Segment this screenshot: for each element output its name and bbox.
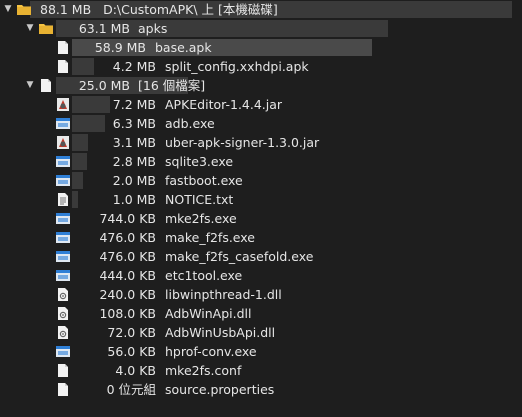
tree-row-split-config[interactable]: 4.2 MB split_config.xxhdpi.apk — [0, 57, 522, 76]
row-size: 444.0 KB — [99, 268, 156, 283]
tree-row-file[interactable]: 4.0 KB mke2fs.conf — [0, 361, 522, 380]
row-name: hprof-conv.exe — [165, 344, 257, 359]
chevron-down-icon[interactable]: ▼ — [24, 76, 36, 95]
row-name: base.apk — [155, 40, 212, 55]
row-name: source.properties — [165, 382, 275, 397]
row-size: 7.2 MB — [112, 97, 156, 112]
row-name: split_config.xxhdpi.apk — [165, 59, 309, 74]
row-name: D:\CustomAPK\ 上 [本機磁碟] — [103, 2, 278, 17]
tree-row-file[interactable]: 744.0 KB mke2fs.exe — [0, 209, 522, 228]
row-size: 240.0 KB — [99, 287, 156, 302]
row-size: 0 位元組 — [106, 382, 156, 397]
chevron-down-icon[interactable]: ▼ — [24, 19, 36, 38]
row-size: 2.0 MB — [112, 173, 156, 188]
row-size: 476.0 KB — [99, 230, 156, 245]
row-name: NOTICE.txt — [165, 192, 234, 207]
folder-icon — [16, 2, 32, 17]
dll-icon — [55, 325, 71, 340]
row-size: 63.1 MB — [78, 21, 130, 36]
tree-row-file-group[interactable]: ▼ 25.0 MB [16 個檔案] — [0, 76, 522, 95]
row-size: 58.9 MB — [94, 40, 146, 55]
row-size: 72.0 KB — [107, 325, 156, 340]
tree-row-file[interactable]: 3.1 MB uber-apk-signer-1.3.0.jar — [0, 133, 522, 152]
row-size: 4.0 KB — [115, 363, 156, 378]
row-name: AdbWinApi.dll — [165, 306, 252, 321]
tree-row-file[interactable]: 72.0 KB AdbWinUsbApi.dll — [0, 323, 522, 342]
exe-icon — [55, 173, 71, 188]
row-size: 476.0 KB — [99, 249, 156, 264]
row-size: 108.0 KB — [99, 306, 156, 321]
row-name: mke2fs.exe — [165, 211, 237, 226]
tree-row-file[interactable]: 56.0 KB hprof-conv.exe — [0, 342, 522, 361]
tree-row-file[interactable]: 1.0 MB NOTICE.txt — [0, 190, 522, 209]
row-size: 3.1 MB — [112, 135, 156, 150]
tree-row-file[interactable]: 476.0 KB make_f2fs_casefold.exe — [0, 247, 522, 266]
exe-icon — [55, 230, 71, 245]
row-name: fastboot.exe — [165, 173, 243, 188]
exe-icon — [55, 249, 71, 264]
file-icon — [55, 59, 71, 74]
row-name: [16 個檔案] — [138, 78, 206, 93]
exe-icon — [55, 211, 71, 226]
tree-row-file[interactable]: 444.0 KB etc1tool.exe — [0, 266, 522, 285]
row-size: 88.1 MB — [40, 2, 92, 17]
tree-row-file[interactable]: 7.2 MB APKEditor-1.4.4.jar — [0, 95, 522, 114]
exe-icon — [55, 154, 71, 169]
row-name: make_f2fs.exe — [165, 230, 255, 245]
chevron-down-icon[interactable]: ▼ — [2, 0, 14, 19]
row-name: sqlite3.exe — [165, 154, 234, 169]
row-size: 4.2 MB — [112, 59, 156, 74]
dll-icon — [55, 306, 71, 321]
row-size: 56.0 KB — [107, 344, 156, 359]
text-file-icon — [55, 192, 71, 207]
row-name: uber-apk-signer-1.3.0.jar — [165, 135, 320, 150]
row-name: adb.exe — [165, 116, 215, 131]
tree-row-file[interactable]: 2.8 MB sqlite3.exe — [0, 152, 522, 171]
row-name: libwinpthread-1.dll — [165, 287, 282, 302]
tree-row-apks[interactable]: ▼ 63.1 MB apks — [0, 19, 522, 38]
row-name: APKEditor-1.4.4.jar — [165, 97, 283, 112]
tree-row-file[interactable]: 0 位元組 source.properties — [0, 380, 522, 399]
tree-row-file[interactable]: 108.0 KB AdbWinApi.dll — [0, 304, 522, 323]
jar-icon — [55, 97, 71, 112]
exe-icon — [55, 344, 71, 359]
row-name: etc1tool.exe — [165, 268, 243, 283]
row-size: 1.0 MB — [112, 192, 156, 207]
file-icon — [55, 382, 71, 397]
row-name: mke2fs.conf — [165, 363, 242, 378]
jar-icon — [55, 135, 71, 150]
tree-row-file[interactable]: 240.0 KB libwinpthread-1.dll — [0, 285, 522, 304]
row-size: 744.0 KB — [99, 211, 156, 226]
exe-icon — [55, 116, 71, 131]
tree-row-file[interactable]: 476.0 KB make_f2fs.exe — [0, 228, 522, 247]
row-size: 6.3 MB — [112, 116, 156, 131]
row-name: make_f2fs_casefold.exe — [165, 249, 314, 264]
row-name: AdbWinUsbApi.dll — [165, 325, 276, 340]
row-size: 2.8 MB — [112, 154, 156, 169]
tree-row-file[interactable]: 2.0 MB fastboot.exe — [0, 171, 522, 190]
tree-row-base-apk[interactable]: 58.9 MB base.apk — [0, 38, 522, 57]
tree-row-file[interactable]: 6.3 MB adb.exe — [0, 114, 522, 133]
row-name: apks — [138, 21, 168, 36]
tree-row-root[interactable]: ▼ 88.1 MB D:\CustomAPK\ 上 [本機磁碟] — [0, 0, 522, 19]
exe-icon — [55, 268, 71, 283]
dll-icon — [55, 287, 71, 302]
file-icon — [55, 363, 71, 378]
row-size: 25.0 MB — [78, 78, 130, 93]
file-size-tree: ▼ 88.1 MB D:\CustomAPK\ 上 [本機磁碟] ▼ 63.1 … — [0, 0, 522, 417]
